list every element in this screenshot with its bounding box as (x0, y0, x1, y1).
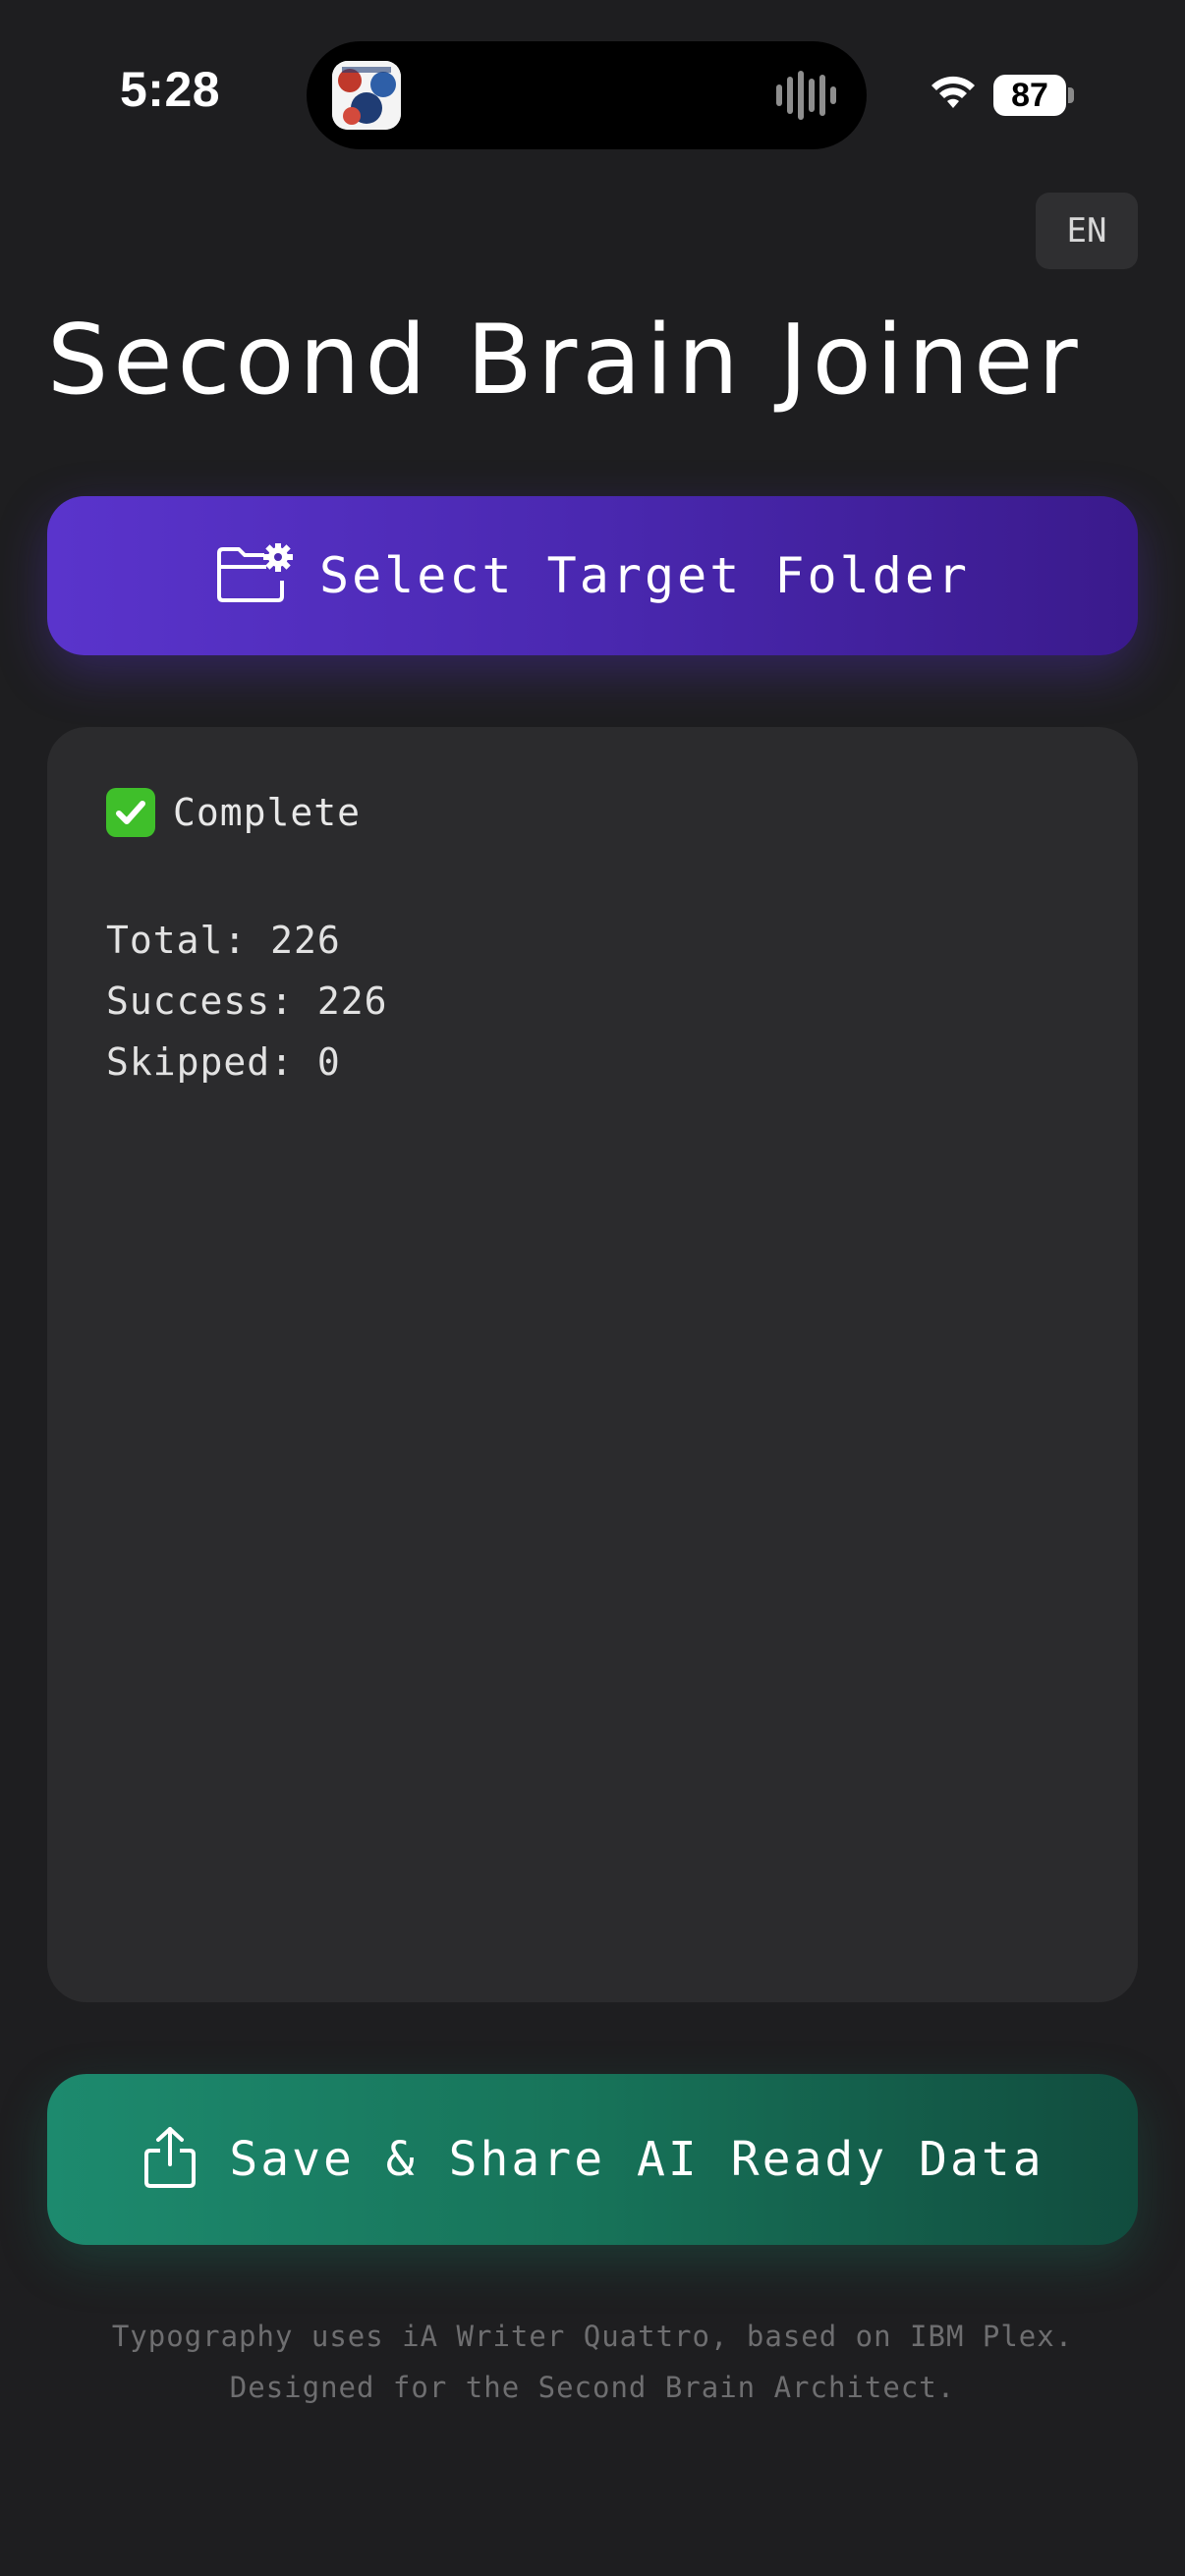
audio-waveform-icon (774, 71, 837, 124)
save-share-button[interactable]: Save & Share AI Ready Data (47, 2074, 1138, 2245)
footer: Typography uses iA Writer Quattro, based… (0, 2311, 1185, 2413)
stat-success: Success: 226 (106, 980, 388, 1023)
now-playing-app-icon[interactable] (332, 61, 401, 130)
folder-gear-icon (215, 542, 296, 608)
stat-total: Total: 226 (106, 919, 341, 962)
dynamic-island[interactable] (307, 41, 867, 149)
result-status-text: Complete (173, 791, 362, 834)
result-stats: Total: 226 Success: 226 Skipped: 0 (106, 910, 388, 1092)
page-title: Second Brain Joiner (47, 305, 1083, 417)
share-icon (141, 2125, 199, 2194)
stat-skipped: Skipped: 0 (106, 1040, 341, 1084)
language-toggle-button[interactable]: EN (1036, 193, 1138, 269)
battery-cap (1068, 87, 1074, 103)
wifi-icon (928, 73, 979, 116)
check-mark-icon (106, 788, 155, 837)
select-target-folder-button[interactable]: Select Target Folder (47, 496, 1138, 655)
result-panel: Complete Total: 226 Success: 226 Skipped… (47, 727, 1138, 2002)
result-status: Complete (106, 788, 361, 837)
battery-indicator: 87 (993, 75, 1066, 116)
status-time: 5:28 (120, 62, 221, 117)
select-target-folder-label: Select Target Folder (318, 547, 971, 604)
save-share-label: Save & Share AI Ready Data (229, 2132, 1044, 2187)
footer-designed-note: Designed for the Second Brain Architect. (229, 2371, 956, 2404)
footer-typography-note: Typography uses iA Writer Quattro, based… (111, 2320, 1074, 2353)
